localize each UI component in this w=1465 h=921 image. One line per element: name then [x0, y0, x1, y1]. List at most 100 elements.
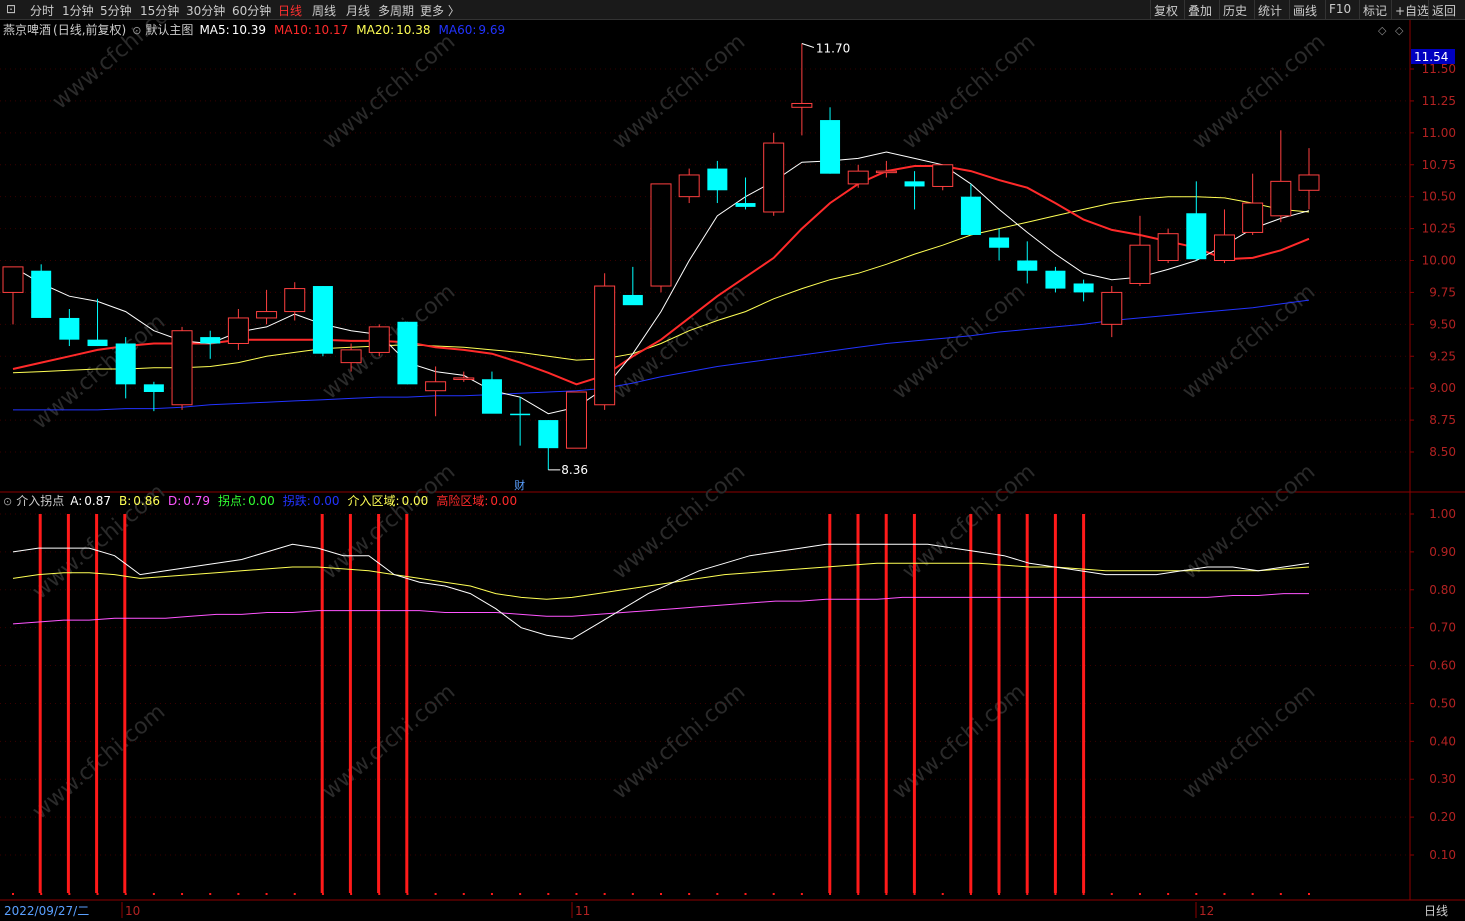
settings-icon: ⊙	[132, 24, 141, 37]
ind-tick-label: 0.10	[1429, 848, 1456, 862]
candle-body	[1073, 283, 1094, 293]
period-tab-6[interactable]: 日线	[278, 2, 302, 19]
bottom-dot	[378, 893, 381, 895]
main-tick-label: 10.00	[1422, 254, 1456, 268]
bottom-dot	[998, 893, 1001, 895]
ma-legend-value: 9.69	[478, 23, 505, 37]
bottom-dot	[575, 893, 578, 895]
candle-body	[650, 183, 672, 287]
ind-legend-label: 介入区域:	[348, 494, 400, 508]
bottom-dot	[152, 893, 155, 895]
candle-body	[791, 102, 813, 108]
stock-name: 燕京啤酒	[3, 22, 51, 37]
bottom-dot	[1308, 893, 1310, 895]
bottom-dot	[237, 893, 240, 895]
bottom-dot	[519, 893, 522, 895]
cai-label: 财	[514, 478, 525, 492]
bottom-dot	[603, 893, 606, 895]
candle-body	[1298, 174, 1320, 191]
bottom-dot	[68, 893, 71, 895]
toolbar-btn-5[interactable]: F10	[1329, 2, 1351, 16]
menu-icon[interactable]: ⊡	[6, 2, 16, 16]
candle-body	[989, 237, 1010, 248]
bottom-dot	[744, 893, 747, 895]
ind-tick-label: 0.40	[1429, 734, 1456, 748]
bottom-dot	[1167, 893, 1170, 895]
bottom-dot	[265, 893, 268, 895]
ind-tick-label: 0.50	[1429, 696, 1456, 710]
period-tab-4[interactable]: 30分钟	[186, 2, 225, 19]
bottom-dot	[12, 893, 14, 895]
ma-legend-value: 10.39	[232, 23, 266, 37]
bottom-dot	[547, 893, 550, 895]
candle-body	[481, 379, 502, 414]
x-axis-label: 10	[125, 904, 140, 918]
candle-body	[453, 377, 475, 380]
toolbar-btn-2[interactable]: 历史	[1223, 2, 1247, 19]
period-tab-1[interactable]: 1分钟	[62, 2, 94, 19]
diamond-icon: ◇	[1378, 24, 1387, 37]
candle-body	[904, 181, 925, 187]
candle-body	[171, 330, 193, 406]
candle-body	[622, 294, 643, 306]
ma-legend-value: 10.17	[314, 23, 348, 37]
diamond-icon: ◇	[1395, 24, 1404, 37]
bottom-dot	[350, 893, 353, 895]
main-tick-label: 9.75	[1429, 285, 1456, 299]
main-tick-label: 11.50	[1422, 62, 1456, 76]
bottom-dot	[1279, 893, 1282, 895]
period-tab-0[interactable]: 分时	[30, 2, 54, 19]
watermark-text: www.cfchi.com	[1178, 279, 1320, 404]
ind-legend-label: 拐点:	[218, 493, 246, 508]
bottom-dot	[321, 893, 324, 895]
x-axis-label: 11	[575, 904, 590, 918]
candle-body	[847, 170, 869, 185]
candle-body	[820, 120, 841, 174]
period-toolbar: ⊡ 分时 1分钟 5分钟 15分钟 30分钟 60分钟 日线 周线 月线 多周期 更多 〉 复权 叠加 历史…	[0, 0, 1465, 20]
bottom-dot	[631, 893, 634, 895]
main-tick-label: 10.50	[1422, 190, 1456, 204]
toolbar-btn-3[interactable]: 统计	[1258, 2, 1282, 19]
bottom-dot	[1110, 893, 1113, 895]
toolbar-btn-7[interactable]: +自选	[1395, 2, 1429, 19]
bottom-dot	[1026, 893, 1029, 895]
main-tick-label: 9.25	[1429, 349, 1456, 363]
watermark-text: www.cfchi.com	[28, 309, 170, 434]
period-tab-10[interactable]: 更多 〉	[420, 2, 460, 19]
candle-body	[143, 384, 164, 392]
candle-body	[1045, 270, 1066, 289]
watermark-text: www.cfchi.com	[898, 29, 1040, 154]
bottom-dot	[941, 893, 944, 895]
period-tab-9[interactable]: 多周期	[378, 2, 414, 19]
bottom-dot	[885, 893, 888, 895]
watermark-text: www.cfchi.com	[318, 459, 460, 584]
watermark-text: www.cfchi.com	[28, 699, 170, 824]
toolbar-btn-0[interactable]: 复权	[1154, 2, 1178, 19]
toolbar-btn-6[interactable]: 标记	[1363, 2, 1387, 19]
toolbar-btn-1[interactable]: 叠加	[1188, 2, 1212, 19]
period-tab-7[interactable]: 周线	[312, 2, 336, 19]
bottom-dot	[1195, 893, 1198, 895]
period-tab-5[interactable]: 60分钟	[232, 2, 271, 19]
period-tab-8[interactable]: 月线	[346, 2, 370, 19]
candle-body	[1186, 213, 1207, 260]
period-tab-2[interactable]: 5分钟	[100, 2, 132, 19]
candle-body	[763, 142, 785, 213]
main-tick-label: 10.75	[1422, 158, 1456, 172]
toolbar-btn-8[interactable]: 返回	[1432, 2, 1456, 19]
ind-legend-value: 0.79	[183, 494, 210, 508]
candle-body	[1242, 202, 1264, 233]
candle-body	[340, 349, 362, 364]
candle-body	[1101, 291, 1123, 325]
candle-body	[960, 196, 981, 235]
candle-body	[312, 286, 333, 354]
candle-body	[1017, 260, 1038, 271]
bottom-dot	[688, 893, 691, 895]
ind-tick-label: 0.70	[1429, 621, 1456, 635]
period-tab-3[interactable]: 15分钟	[140, 2, 179, 19]
toolbar-btn-4[interactable]: 画线	[1293, 2, 1317, 19]
candle-body	[707, 168, 728, 191]
candle-body	[425, 381, 447, 392]
candle-body	[31, 270, 52, 318]
bottom-dot	[209, 893, 212, 895]
